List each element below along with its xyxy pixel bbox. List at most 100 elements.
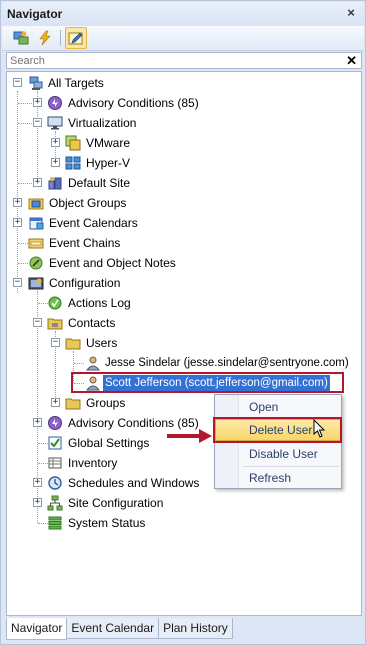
notes-icon <box>28 255 44 271</box>
menu-item-refresh[interactable]: Refresh <box>215 467 341 489</box>
tree-item-label: Advisory Conditions (85) <box>68 96 199 110</box>
expand-toggle[interactable]: + <box>33 498 42 507</box>
advisory-icon <box>47 415 63 431</box>
tree-item-actions-log[interactable]: Actions Log <box>7 294 207 312</box>
lightning-button[interactable] <box>34 27 56 49</box>
search-input[interactable] <box>7 53 337 69</box>
hyperv-icon <box>65 155 81 171</box>
folder-icon <box>65 335 81 351</box>
tree-item-vmware[interactable]: + VMware <box>7 134 207 152</box>
tree-item-hyper-v[interactable]: + Hyper-V <box>7 154 207 172</box>
toolbar-separator <box>60 30 61 46</box>
edit-icon <box>68 32 83 45</box>
tab-label: Plan History <box>163 621 228 635</box>
tab-navigator[interactable]: Navigator <box>6 618 68 640</box>
expand-toggle[interactable]: + <box>13 218 22 227</box>
expand-toggle[interactable]: + <box>13 198 22 207</box>
tree-item-user-jesse[interactable]: Jesse Sindelar (jesse.sindelar@sentryone… <box>7 354 357 372</box>
tree-panel: − All Targets + Advisory Conditions (85)… <box>6 71 362 616</box>
arrow-annotation-icon <box>167 429 212 443</box>
edit-button[interactable] <box>65 27 87 49</box>
menu-item-label: Disable User <box>249 447 318 461</box>
tree-item-users[interactable]: − Users <box>7 334 207 352</box>
tree-item-label: Event and Object Notes <box>49 256 176 270</box>
tab-plan-history[interactable]: Plan History <box>158 618 233 639</box>
actions-log-icon <box>47 295 63 311</box>
configuration-icon <box>28 275 44 291</box>
folder-icon <box>65 395 81 411</box>
navigator-toolbar <box>2 26 364 51</box>
tree-item-label: Actions Log <box>68 296 131 310</box>
tree-item-inventory[interactable]: Inventory <box>7 454 207 472</box>
user-icon <box>85 355 101 371</box>
tree-item-label: VMware <box>86 136 131 150</box>
tree-item-all-targets[interactable]: − All Targets <box>7 74 207 92</box>
selection-highlight-outline <box>71 372 344 393</box>
tab-event-calendar[interactable]: Event Calendar <box>66 618 160 639</box>
clear-search-icon[interactable]: ✕ <box>346 53 357 68</box>
tree-item-site-configuration[interactable]: + Site Configuration <box>7 494 207 512</box>
expand-toggle[interactable]: + <box>51 398 60 407</box>
tree-item-label: Contacts <box>68 316 116 330</box>
panel-titlebar: Navigator × <box>2 2 364 26</box>
navigator-panel: Navigator × ✕ <box>0 0 366 645</box>
tree-item-label: All Targets <box>48 76 104 90</box>
menu-item-open[interactable]: Open <box>215 396 341 418</box>
tree-item-object-groups[interactable]: + Object Groups <box>7 194 207 212</box>
tree-item-contacts[interactable]: − Contacts <box>7 314 207 332</box>
mouse-cursor-icon <box>313 419 326 438</box>
tree-item-configuration[interactable]: − Configuration <box>7 274 207 292</box>
folder-icon <box>47 315 63 331</box>
checkbox-icon <box>47 435 63 451</box>
collapse-toggle[interactable]: − <box>33 118 42 127</box>
collapse-toggle[interactable]: − <box>13 278 22 287</box>
close-icon[interactable]: × <box>344 6 358 20</box>
navigator-tree: − All Targets + Advisory Conditions (85)… <box>7 72 361 615</box>
tree-item-label: Users <box>86 336 118 350</box>
tree-item-label: Configuration <box>49 276 121 290</box>
expand-toggle[interactable]: + <box>33 478 42 487</box>
tree-item-advisory-conditions[interactable]: + Advisory Conditions (85) <box>7 94 227 112</box>
expand-toggle[interactable]: + <box>33 98 42 107</box>
tab-label: Event Calendar <box>71 621 155 635</box>
targets-icon <box>13 31 29 45</box>
site-icon <box>47 175 63 191</box>
tree-item-label: Event Calendars <box>49 216 138 230</box>
tree-item-default-site[interactable]: + Default Site <box>7 174 207 192</box>
expand-toggle[interactable]: + <box>33 178 42 187</box>
tree-item-label: Event Chains <box>49 236 121 250</box>
tree-item-label: Virtualization <box>68 116 137 130</box>
inventory-icon <box>47 455 63 471</box>
advisory-icon <box>47 95 63 111</box>
expand-toggle[interactable]: + <box>51 138 60 147</box>
tree-item-event-chains[interactable]: Event Chains <box>7 234 207 252</box>
tree-item-schedules-windows[interactable]: + Schedules and Windows <box>7 474 207 492</box>
collapse-toggle[interactable]: − <box>51 338 60 347</box>
monitor-icon <box>47 115 63 131</box>
event-chains-icon <box>28 235 44 251</box>
tree-item-label: Global Settings <box>68 436 150 450</box>
tab-label: Navigator <box>11 621 63 635</box>
tree-item-label: Jesse Sindelar (jesse.sindelar@sentryone… <box>105 357 349 369</box>
bottom-tab-strip: Navigator Event Calendar Plan History <box>6 618 362 640</box>
collapse-toggle[interactable]: − <box>33 318 42 327</box>
all-targets-icon <box>28 75 44 91</box>
tree-item-groups[interactable]: + Groups <box>7 394 207 412</box>
expand-toggle[interactable]: + <box>33 418 42 427</box>
menu-item-disable-user[interactable]: Disable User <box>215 443 341 465</box>
targets-button[interactable] <box>10 27 32 49</box>
menu-item-label: Open <box>249 400 279 414</box>
tree-item-virtualization[interactable]: − Virtualization <box>7 114 207 132</box>
tree-item-label: System Status <box>68 516 146 530</box>
tree-item-event-calendars[interactable]: + Event Calendars <box>7 214 207 232</box>
site-config-icon <box>47 495 63 511</box>
tree-item-system-status[interactable]: System Status <box>7 514 207 532</box>
collapse-toggle[interactable]: − <box>13 78 22 87</box>
tree-item-event-object-notes[interactable]: Event and Object Notes <box>7 254 207 272</box>
tree-item-label: Groups <box>86 396 126 410</box>
system-status-icon <box>47 515 63 531</box>
vmware-icon <box>65 135 81 151</box>
expand-toggle[interactable]: + <box>51 158 60 167</box>
tree-item-label: Object Groups <box>49 196 127 210</box>
tree-item-label: Inventory <box>68 456 118 470</box>
